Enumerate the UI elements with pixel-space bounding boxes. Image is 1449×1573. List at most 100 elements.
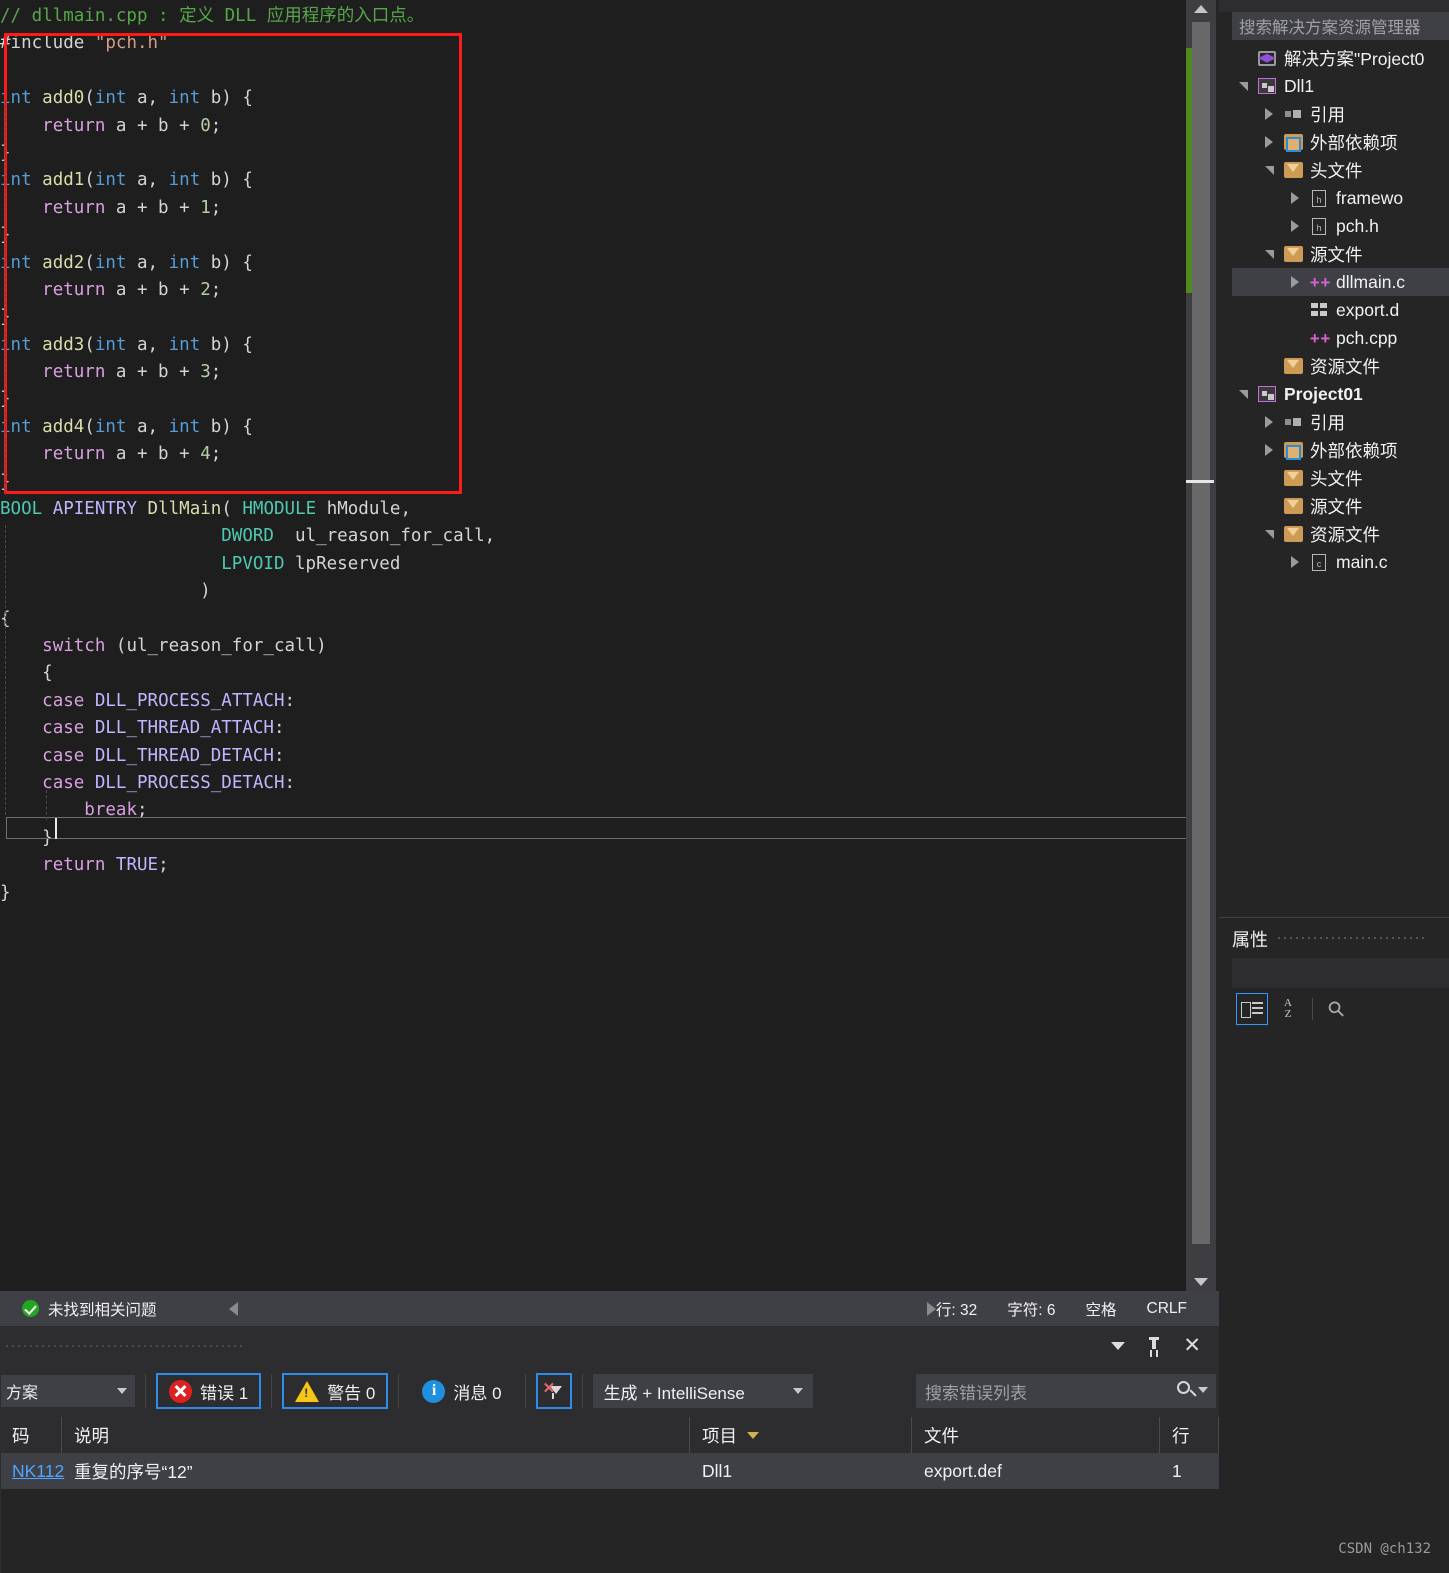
errors-toggle-button[interactable]: 错误 1	[156, 1373, 262, 1409]
solution-explorer-tree[interactable]: ◀▶ 解决方案"Project0 Dll1 引用 外部依赖项 头文件 h framewo h pc…	[1232, 44, 1449, 904]
eol-indicator[interactable]: CRLF	[1147, 1300, 1187, 1318]
error-list-column-header[interactable]: 码	[0, 1417, 62, 1453]
messages-toggle-button[interactable]: 消息 0	[409, 1373, 515, 1409]
chevron-right-icon[interactable]	[1258, 108, 1280, 120]
code-line: int add1(int a, int b) {	[0, 167, 495, 194]
categorized-icon[interactable]	[1236, 993, 1268, 1025]
solution-tree-item[interactable]: 头文件	[1232, 464, 1449, 492]
close-icon[interactable]: ✕	[1183, 1335, 1201, 1356]
filter-folder-icon	[1280, 358, 1306, 374]
chevron-down-icon[interactable]	[1258, 165, 1280, 175]
nav-prev-arrow-icon[interactable]	[228, 1301, 238, 1316]
build-filter-dropdown[interactable]: 生成 + IntelliSense	[592, 1374, 813, 1408]
solution-explorer-search-input[interactable]: 搜索解决方案资源管理器	[1232, 12, 1449, 40]
code-line: }	[0, 469, 495, 496]
code-token: int	[94, 334, 127, 355]
error-list-search-input[interactable]: 搜索错误列表	[916, 1374, 1216, 1408]
solution-tree-item[interactable]: h framewo	[1232, 184, 1449, 212]
solution-tree-item[interactable]: 外部依赖项	[1232, 128, 1449, 156]
error-list-toolbar[interactable]: 方案 错误 1 警告 0 消息 0 ✕	[0, 1365, 1219, 1417]
solution-tree-item[interactable]: 源文件	[1232, 492, 1449, 520]
solution-tree-item[interactable]: + + pch.cpp	[1232, 324, 1449, 352]
chevron-right-icon[interactable]	[1284, 276, 1306, 288]
solution-tree-item[interactable]: Project01	[1232, 380, 1449, 408]
solution-tree-item[interactable]: Dll1	[1232, 72, 1449, 100]
error-line-text: 1	[1172, 1460, 1182, 1481]
clear-filter-button[interactable]: ✕	[535, 1373, 572, 1409]
alphabetical-icon[interactable]: AZ	[1272, 993, 1304, 1025]
properties-object-selector[interactable]	[1232, 958, 1449, 988]
scope-dropdown[interactable]: 方案	[0, 1375, 135, 1407]
error-list-column-header[interactable]: 项目	[690, 1417, 912, 1453]
chevron-down-icon[interactable]	[1232, 389, 1254, 399]
code-token: {	[0, 663, 53, 684]
chevron-down-icon[interactable]	[1258, 529, 1280, 539]
solution-tree-item[interactable]: 外部依赖项	[1232, 436, 1449, 464]
chevron-right-icon[interactable]	[1284, 220, 1306, 232]
solution-tree-item[interactable]: c main.c	[1232, 548, 1449, 576]
chevron-down-icon[interactable]	[1198, 1387, 1208, 1393]
filter-folder-icon	[1280, 246, 1306, 262]
code-token: 4	[200, 444, 211, 465]
panel-window-buttons[interactable]: ✕	[1111, 1335, 1219, 1356]
properties-toolbar[interactable]: AZ ⚲	[1232, 990, 1449, 1028]
current-block-outline	[6, 817, 1190, 839]
chevron-down-icon[interactable]	[1232, 81, 1254, 91]
scrollbar-thumb[interactable]	[1192, 22, 1210, 1244]
chevron-right-icon[interactable]	[1284, 556, 1306, 568]
scroll-down-arrow-icon[interactable]	[1186, 1273, 1216, 1291]
char-indicator[interactable]: 字符: 6	[1007, 1298, 1055, 1320]
error-list-column-header[interactable]: 说明	[62, 1417, 690, 1453]
code-token: a,	[126, 416, 169, 437]
chevron-right-icon[interactable]	[1284, 192, 1306, 204]
code-line: int add0(int a, int b) {	[0, 85, 495, 112]
indent-indicator[interactable]: 空格	[1086, 1298, 1117, 1320]
solution-tree-item[interactable]: export.d	[1232, 296, 1449, 324]
code-text[interactable]: // dllmain.cpp : 定义 DLL 应用程序的入口点。 #includ…	[0, 0, 495, 907]
code-token: // dllmain.cpp : 定义 DLL 应用程序的入口点。	[0, 6, 425, 26]
error-icon	[169, 1379, 192, 1403]
def-file-icon	[1306, 303, 1332, 317]
line-indicator[interactable]: 行: 32	[936, 1298, 977, 1320]
error-list-column-header[interactable]: 文件	[912, 1417, 1160, 1453]
editor-vertical-scrollbar[interactable]	[1186, 0, 1216, 1291]
chevron-down-icon[interactable]	[1111, 1341, 1126, 1350]
solution-tree-item[interactable]: 头文件	[1232, 156, 1449, 184]
warnings-toggle-button[interactable]: 警告 0	[282, 1373, 389, 1409]
table-row[interactable]: NK112 重复的序号“12” Dll1 export.def 1	[0, 1453, 1219, 1489]
scroll-up-arrow-icon[interactable]	[1186, 0, 1216, 18]
chevron-down-icon[interactable]	[1258, 249, 1280, 259]
code-token: a + b +	[105, 444, 201, 465]
chevron-right-icon[interactable]	[1258, 444, 1280, 456]
pin-icon[interactable]	[1147, 1336, 1161, 1355]
solution-tree-item[interactable]: + + dllmain.c	[1232, 268, 1449, 296]
filter-folder-icon	[1280, 162, 1306, 178]
solution-tree-item[interactable]: 资源文件	[1232, 520, 1449, 548]
solution-tree-item[interactable]: h pch.h	[1232, 212, 1449, 240]
code-editor-pane[interactable]: // dllmain.cpp : 定义 DLL 应用程序的入口点。 #includ…	[0, 0, 1216, 1291]
search-icon[interactable]	[1177, 1381, 1190, 1394]
solution-tree-item-label: 解决方案"Project0	[1284, 48, 1425, 69]
error-code-link[interactable]: NK112	[0, 1453, 64, 1489]
code-line: BOOL APIENTRY DllMain( HMODULE hModule,	[0, 496, 495, 523]
solution-tree-item[interactable]: 引用	[1232, 408, 1449, 436]
chevron-right-icon[interactable]	[1258, 136, 1280, 148]
solution-tree-item[interactable]: 源文件	[1232, 240, 1449, 268]
solution-tree-item[interactable]: 资源文件	[1232, 352, 1449, 380]
solution-tree-item[interactable]: ◀▶ 解决方案"Project0	[1232, 44, 1449, 72]
error-list-column-header[interactable]: 行	[1160, 1417, 1219, 1453]
solution-explorer-tabstrip[interactable]	[1219, 0, 1449, 12]
error-list-rows[interactable]: NK112 重复的序号“12” Dll1 export.def 1	[0, 1453, 1219, 1489]
solution-tree-item[interactable]: 引用	[1232, 100, 1449, 128]
code-token: 2	[200, 279, 211, 300]
nav-next-arrow-icon[interactable]	[926, 1301, 936, 1316]
chevron-right-icon[interactable]	[1258, 416, 1280, 428]
property-pages-icon[interactable]: ⚲	[1321, 993, 1353, 1025]
status-nav-arrows[interactable]	[228, 1301, 936, 1316]
solution-tree-item-label: 资源文件	[1310, 356, 1380, 377]
error-list-column-headers[interactable]: 码 说明 项目 文件 行	[0, 1417, 1219, 1453]
